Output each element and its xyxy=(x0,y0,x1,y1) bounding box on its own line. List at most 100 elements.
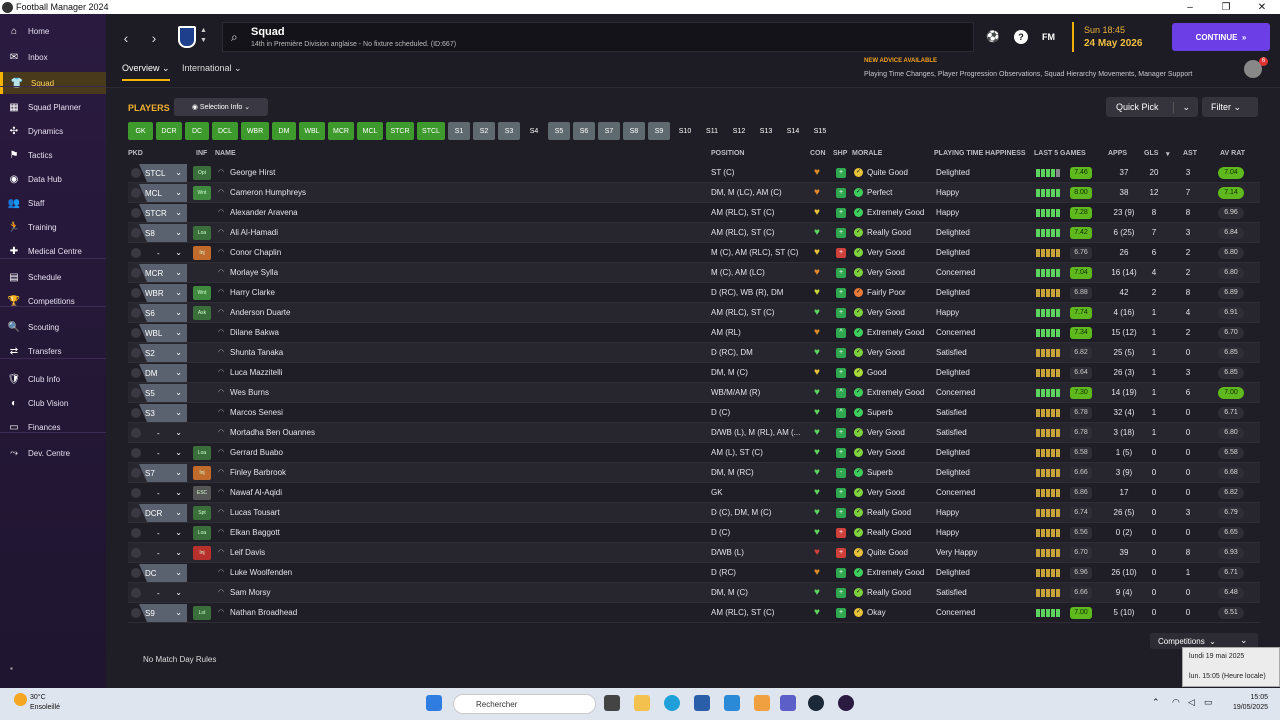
info-badge[interactable]: Inj xyxy=(193,546,211,560)
app2-icon[interactable] xyxy=(754,695,770,711)
role-dropdown[interactable]: MCR ⌄ xyxy=(139,264,187,282)
player-name[interactable]: Harry Clarke xyxy=(230,288,275,297)
role-dropdown[interactable]: S7 ⌄ xyxy=(139,464,187,482)
player-name[interactable]: Sam Morsy xyxy=(230,588,270,597)
pick-toggle[interactable] xyxy=(131,248,141,258)
column-header[interactable]: PLAYING TIME HAPPINESS xyxy=(934,150,1026,157)
role-dropdown[interactable]: WBL ⌄ xyxy=(139,324,187,342)
table-row[interactable]: S6 ⌄ Ask ◠ Anderson Duarte AM (RLC), ST (C) ♥ +… xyxy=(128,303,1260,323)
table-row[interactable]: WBR ⌄ Wnt ◠ Harry Clarke D (RC), WB (R), DM ♥ +… xyxy=(128,283,1260,303)
position-chip[interactable]: S2 xyxy=(473,122,495,140)
club-switch-icon[interactable]: ▲ ▼ xyxy=(200,26,207,46)
player-name[interactable]: Elkan Baggott xyxy=(230,528,280,537)
role-dropdown[interactable]: - ⌄ xyxy=(139,444,187,462)
player-name[interactable]: Nawaf Al-Aqidi xyxy=(230,488,282,497)
weather-widget[interactable]: 30°C Ensoleillé xyxy=(14,693,60,713)
sidebar-item-dynamics[interactable]: ✣ Dynamics xyxy=(0,120,106,142)
position-chip[interactable]: S10 xyxy=(673,122,697,140)
role-dropdown[interactable]: S3 ⌄ xyxy=(139,404,187,422)
fm24-icon[interactable] xyxy=(838,695,854,711)
tray-chevron-icon[interactable]: ⌃ xyxy=(1152,697,1160,708)
role-dropdown[interactable]: S5 ⌄ xyxy=(139,384,187,402)
position-chip[interactable]: DCL xyxy=(212,122,238,140)
table-row[interactable]: STCR ⌄ ◠ Alexander Aravena AM (RLC), ST (C) ♥… xyxy=(128,203,1260,223)
info-badge[interactable]: Loa xyxy=(193,446,211,460)
role-dropdown[interactable]: S6 ⌄ xyxy=(139,304,187,322)
player-name[interactable]: Alexander Aravena xyxy=(230,208,298,217)
selection-info-dropdown[interactable]: ◉ Selection Info ⌄ xyxy=(174,98,268,116)
table-row[interactable]: - ⌄ Loa ◠ Elkan Baggott D (C) ♥ + ✓ Really Good Ha… xyxy=(128,523,1260,543)
table-row[interactable]: - ⌄ ◠ Sam Morsy DM, M (C) ♥ + ✓ Really Good Satis… xyxy=(128,583,1260,603)
player-name[interactable]: Conor Chaplin xyxy=(230,248,281,257)
position-chip[interactable]: DM xyxy=(272,122,296,140)
position-chip[interactable]: S14 xyxy=(781,122,805,140)
pick-toggle[interactable] xyxy=(131,208,141,218)
info-badge[interactable]: Loa xyxy=(193,226,211,240)
table-row[interactable]: S5 ⌄ ◠ Wes Burns WB/M/AM (R) ♥ ^ ✓ Extremely Goo… xyxy=(128,383,1260,403)
position-chip[interactable]: S13 xyxy=(754,122,778,140)
position-chip[interactable]: S1 xyxy=(448,122,470,140)
role-dropdown[interactable]: - ⌄ xyxy=(139,584,187,602)
pick-toggle[interactable] xyxy=(131,488,141,498)
pick-toggle[interactable] xyxy=(131,288,141,298)
player-name[interactable]: Dilane Bakwa xyxy=(230,328,279,337)
pick-toggle[interactable] xyxy=(131,368,141,378)
pick-toggle[interactable] xyxy=(131,528,141,538)
sidebar-item-club-info[interactable]: 🛡 Club Info xyxy=(0,368,106,390)
role-dropdown[interactable]: - ⌄ xyxy=(139,484,187,502)
player-name[interactable]: Cameron Humphreys xyxy=(230,188,306,197)
player-name[interactable]: Shunta Tanaka xyxy=(230,348,283,357)
info-badge[interactable]: Wnt xyxy=(193,186,211,200)
player-name[interactable]: Anderson Duarte xyxy=(230,308,290,317)
chevron-down-icon[interactable]: ⌄ xyxy=(1173,101,1190,113)
role-dropdown[interactable]: S2 ⌄ xyxy=(139,344,187,362)
column-header[interactable]: PKD xyxy=(128,150,143,157)
info-badge[interactable]: Lst xyxy=(193,606,211,620)
advice-text[interactable]: Playing Time Changes, Player Progression… xyxy=(864,71,1192,78)
minimize-button[interactable]: – xyxy=(1172,2,1208,13)
player-name[interactable]: Nathan Broadhead xyxy=(230,608,297,617)
sidebar-item-finances[interactable]: ▭ Finances xyxy=(0,416,106,438)
store-icon[interactable] xyxy=(694,695,710,711)
role-dropdown[interactable]: STCL ⌄ xyxy=(139,164,187,182)
pick-toggle[interactable] xyxy=(131,508,141,518)
teams-icon[interactable] xyxy=(780,695,796,711)
pick-toggle[interactable] xyxy=(131,408,141,418)
pick-toggle[interactable] xyxy=(131,348,141,358)
steam-icon[interactable] xyxy=(808,695,824,711)
forward-arrow-icon[interactable]: › xyxy=(146,30,162,46)
position-chip[interactable]: WBL xyxy=(299,122,325,140)
pick-toggle[interactable] xyxy=(131,448,141,458)
position-chip[interactable]: WBR xyxy=(241,122,269,140)
player-name[interactable]: Gerrard Buabo xyxy=(230,448,283,457)
tab-international[interactable]: International ⌄ xyxy=(182,63,242,74)
position-chip[interactable]: MCL xyxy=(357,122,383,140)
table-row[interactable]: DC ⌄ ◠ Luke Woolfenden D (RC) ♥ + ✓ Extremely Go… xyxy=(128,563,1260,583)
sidebar-item-data-hub[interactable]: ◉ Data Hub xyxy=(0,168,106,190)
windows-start-icon[interactable] xyxy=(426,695,442,711)
pick-toggle[interactable] xyxy=(131,328,141,338)
role-dropdown[interactable]: DCR ⌄ xyxy=(139,504,187,522)
pick-toggle[interactable] xyxy=(131,588,141,598)
table-row[interactable]: S2 ⌄ ◠ Shunta Tanaka D (RC), DM ♥ + ✓ Very Good S… xyxy=(128,343,1260,363)
position-chip[interactable]: S5 xyxy=(548,122,570,140)
column-header[interactable]: AST xyxy=(1183,150,1197,157)
file-explorer-icon[interactable] xyxy=(634,695,650,711)
table-row[interactable]: - ⌄ Inj ◠ Leif Davis D/WB (L) ♥ + ✓ Quite Good Ver… xyxy=(128,543,1260,563)
role-dropdown[interactable]: DM ⌄ xyxy=(139,364,187,382)
info-badge[interactable]: Wnt xyxy=(193,286,211,300)
position-chip[interactable]: DC xyxy=(185,122,209,140)
info-badge[interactable]: Opt xyxy=(193,166,211,180)
table-row[interactable]: STCL ⌄ Opt ◠ George Hirst ST (C) ♥ + ✓ Quite Good… xyxy=(128,163,1260,183)
task-view-icon[interactable] xyxy=(604,695,620,711)
role-dropdown[interactable]: STCR ⌄ xyxy=(139,204,187,222)
player-name[interactable]: Ali Al-Hamadi xyxy=(230,228,278,237)
info-badge[interactable]: Inj xyxy=(193,466,211,480)
role-dropdown[interactable]: DC ⌄ xyxy=(139,564,187,582)
role-dropdown[interactable]: - ⌄ xyxy=(139,524,187,542)
position-chip[interactable]: S6 xyxy=(573,122,595,140)
column-header[interactable]: GLS xyxy=(1144,150,1158,157)
player-name[interactable]: Leif Davis xyxy=(230,548,265,557)
sidebar-item-competitions[interactable]: 🏆 Competitions xyxy=(0,290,106,312)
quick-pick-button[interactable]: Quick Pick ⌄ xyxy=(1106,97,1198,117)
